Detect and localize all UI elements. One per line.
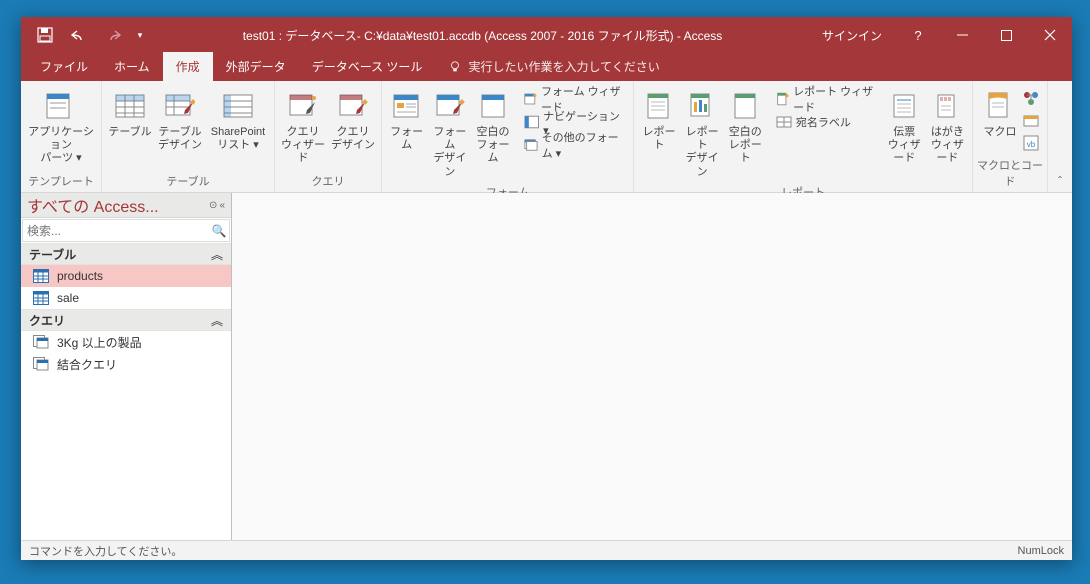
macro-icon <box>983 89 1017 123</box>
navigation-pane: すべての Access... ⊙ « 🔍 テーブル︽ products sale… <box>21 193 232 540</box>
module-icon[interactable] <box>1022 90 1040 108</box>
table-object-icon <box>33 269 49 283</box>
lightbulb-icon <box>448 60 462 74</box>
query-wizard-button[interactable]: クエリ ウィザード <box>279 86 327 169</box>
other-forms-icon <box>524 137 538 153</box>
form-icon <box>390 89 424 123</box>
qat-dropdown-icon[interactable]: ▾ <box>133 21 147 49</box>
nav-category-queries[interactable]: クエリ︽ <box>21 309 231 331</box>
navigation-icon <box>524 114 539 130</box>
tab-external[interactable]: 外部データ <box>213 52 299 81</box>
content-area: すべての Access... ⊙ « 🔍 テーブル︽ products sale… <box>21 193 1072 540</box>
nav-item-products[interactable]: products <box>21 265 231 287</box>
status-left: コマンドを入力してください。 <box>29 543 182 559</box>
class-module-icon[interactable] <box>1022 112 1040 130</box>
help-button[interactable]: ? <box>896 17 940 53</box>
tab-home[interactable]: ホーム <box>101 52 163 81</box>
signin-link[interactable]: サインイン <box>808 27 896 44</box>
minimize-button[interactable] <box>940 17 984 53</box>
report-button[interactable]: レポート <box>638 86 679 155</box>
denpyo-wizard-button[interactable]: 伝票 ウィザード <box>884 86 925 169</box>
hagaki-icon <box>930 89 964 123</box>
sharepoint-button[interactable]: SharePoint リスト ▾ <box>206 86 270 155</box>
tab-create[interactable]: 作成 <box>163 52 213 81</box>
maximize-button[interactable] <box>984 17 1028 53</box>
nav-item-q2[interactable]: 結合クエリ <box>21 353 231 375</box>
nav-search[interactable]: 🔍 <box>22 219 230 242</box>
chevron-up-icon: ︽ <box>211 312 223 329</box>
group-macros-label: マクロとコード <box>977 155 1043 192</box>
labels-button[interactable]: 宛名ラベル <box>772 111 882 133</box>
table-icon <box>113 89 147 123</box>
save-icon[interactable] <box>31 21 59 49</box>
undo-icon[interactable] <box>65 21 93 49</box>
form-wizard-icon <box>524 91 537 107</box>
svg-text:vb: vb <box>1027 140 1036 149</box>
table-design-button[interactable]: テーブル デザイン <box>156 86 204 155</box>
nav-title: すべての Access... <box>27 193 159 217</box>
app-parts-button[interactable]: アプリケーション パーツ ▾ <box>25 86 97 169</box>
group-templates-label: テンプレート <box>25 171 97 192</box>
form-design-button[interactable]: フォーム デザイン <box>429 86 470 182</box>
blank-report-button[interactable]: 空白の レポート <box>725 86 766 169</box>
group-queries-label: クエリ <box>279 171 377 192</box>
statusbar: コマンドを入力してください。 NumLock <box>21 540 1072 560</box>
report-wizard-button[interactable]: レポート ウィザード <box>772 88 882 110</box>
tab-file[interactable]: ファイル <box>27 52 101 81</box>
nav-category-tables[interactable]: テーブル︽ <box>21 243 231 265</box>
app-parts-icon <box>44 89 78 123</box>
blank-report-icon <box>728 89 762 123</box>
redo-icon[interactable] <box>99 21 127 49</box>
other-forms-button[interactable]: その他のフォーム ▾ <box>520 134 630 156</box>
form-button[interactable]: フォーム <box>386 86 427 155</box>
report-design-icon <box>685 89 719 123</box>
ribbon: アプリケーション パーツ ▾ テンプレート テーブル テーブル デザイン Sha… <box>21 81 1072 193</box>
report-wizard-icon <box>776 91 789 107</box>
app-window: ▾ test01 : データベース- C:¥data¥test01.accdb … <box>21 17 1072 560</box>
search-icon[interactable]: 🔍 <box>209 224 229 238</box>
table-object-icon <box>33 291 49 305</box>
nav-search-input[interactable] <box>23 224 209 238</box>
query-design-button[interactable]: クエリ デザイン <box>329 86 377 155</box>
chevron-up-icon: ︽ <box>211 246 223 263</box>
tab-dbtools[interactable]: データベース ツール <box>299 52 436 81</box>
tellme-box[interactable]: 実行したい作業を入力してください <box>435 52 672 81</box>
query-wizard-icon <box>286 89 320 123</box>
group-tables-label: テーブル <box>106 171 270 192</box>
macro-button[interactable]: マクロ <box>980 86 1020 142</box>
blank-form-button[interactable]: 空白の フォーム <box>472 86 513 169</box>
hagaki-wizard-button[interactable]: はがき ウィザード <box>927 86 968 169</box>
denpyo-icon <box>887 89 921 123</box>
window-title: test01 : データベース- C:¥data¥test01.accdb (A… <box>157 27 808 44</box>
nav-collapse-icon[interactable]: « <box>219 200 225 211</box>
nav-header[interactable]: すべての Access... ⊙ « <box>21 193 231 218</box>
ribbon-collapse-button[interactable]: ˆ <box>1048 81 1072 192</box>
table-button[interactable]: テーブル <box>106 86 154 142</box>
query-design-icon <box>336 89 370 123</box>
labels-icon <box>776 114 792 130</box>
form-design-icon <box>433 89 467 123</box>
vba-icon[interactable]: vb <box>1022 134 1040 152</box>
report-design-button[interactable]: レポート デザイン <box>682 86 723 182</box>
document-canvas <box>232 193 1072 540</box>
nav-item-sale[interactable]: sale <box>21 287 231 309</box>
sharepoint-icon <box>221 89 255 123</box>
tellme-placeholder: 実行したい作業を入力してください <box>468 58 659 75</box>
report-icon <box>642 89 676 123</box>
status-numlock: NumLock <box>1018 545 1064 557</box>
query-object-icon <box>33 357 49 371</box>
blank-form-icon <box>476 89 510 123</box>
nav-dropdown-icon[interactable]: ⊙ <box>209 200 217 211</box>
ribbon-tabs: ファイル ホーム 作成 外部データ データベース ツール 実行したい作業を入力し… <box>21 53 1072 81</box>
titlebar: ▾ test01 : データベース- C:¥data¥test01.accdb … <box>21 17 1072 53</box>
query-object-icon <box>33 335 49 349</box>
table-design-icon <box>163 89 197 123</box>
nav-item-q1[interactable]: 3Kg 以上の製品 <box>21 331 231 353</box>
close-button[interactable] <box>1028 17 1072 53</box>
